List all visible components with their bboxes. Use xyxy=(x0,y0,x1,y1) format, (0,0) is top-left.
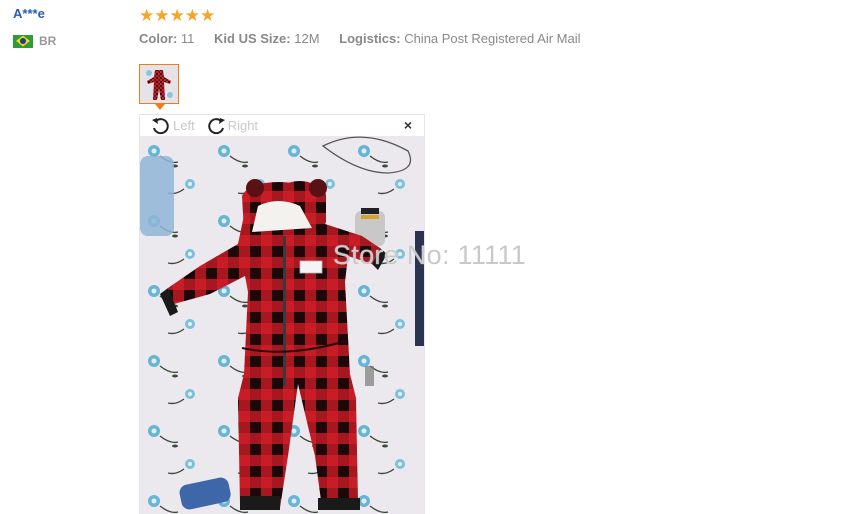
rotate-left-button[interactable]: Left xyxy=(150,116,195,136)
thumbnail-selected-pointer xyxy=(155,104,165,110)
color-attr-label: Color: xyxy=(139,31,178,46)
photo-viewer: Left Right × xyxy=(139,114,425,514)
review-photo-image xyxy=(140,136,424,514)
thumbnail-image xyxy=(140,65,178,103)
reviewer-name[interactable]: A***e xyxy=(13,6,45,21)
store-watermark: Store No: 11111 xyxy=(333,240,527,270)
rotate-left-label: Left xyxy=(173,118,195,133)
rotate-right-icon xyxy=(207,117,225,134)
rotate-left-icon xyxy=(152,117,169,134)
review-photo-thumbnail[interactable] xyxy=(139,64,179,104)
size-attr-label: Kid US Size: xyxy=(214,31,291,46)
close-icon[interactable]: × xyxy=(404,118,412,132)
viewer-toolbar: Left Right × xyxy=(140,115,424,136)
rotate-right-button[interactable]: Right xyxy=(205,116,258,136)
color-attr-value: 11 xyxy=(180,31,195,46)
reviewer-country: BR xyxy=(13,34,56,48)
star-rating: ★★★★★ xyxy=(139,6,216,25)
logistics-attr-value: China Post Registered Air Mail xyxy=(404,31,581,46)
review-photo xyxy=(140,136,424,514)
brazil-flag-icon xyxy=(13,34,33,48)
size-attr-value: 12M xyxy=(294,31,320,46)
logistics-attr-label: Logistics: xyxy=(339,31,401,46)
rotate-right-label: Right xyxy=(227,118,259,133)
review-attributes: Color: 11 Kid US Size: 12M Logistics: Ch… xyxy=(139,31,597,46)
country-code: BR xyxy=(39,34,57,48)
